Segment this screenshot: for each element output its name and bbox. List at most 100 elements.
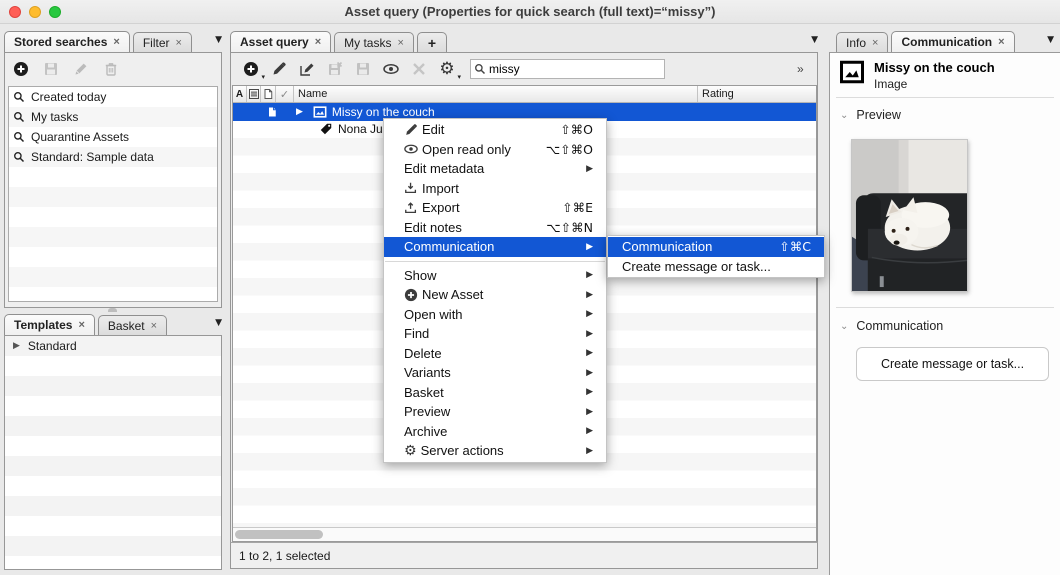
close-icon[interactable]: × xyxy=(176,38,182,48)
column-asset-format[interactable]: A xyxy=(233,86,247,102)
edit-search-button[interactable] xyxy=(70,58,92,80)
save-search-button[interactable] xyxy=(40,58,62,80)
pencil-icon xyxy=(404,123,418,137)
tab-label: Basket xyxy=(108,319,145,333)
list-item[interactable]: Created today xyxy=(9,87,217,107)
actions-gear-button[interactable]: ⚙ ▾ xyxy=(436,58,458,80)
close-icon[interactable]: × xyxy=(872,38,878,48)
add-tab-button[interactable]: + xyxy=(417,32,447,52)
menu-shortcut: ⌥⇧⌘O xyxy=(546,142,593,157)
column-checked-out[interactable]: ✓ xyxy=(276,86,294,102)
column-rating[interactable]: Rating xyxy=(698,86,816,102)
edit-metadata-button[interactable] xyxy=(296,58,318,80)
close-icon[interactable]: × xyxy=(397,38,403,48)
horizontal-scrollbar[interactable] xyxy=(233,527,816,541)
export-icon xyxy=(404,201,418,215)
play-icon[interactable]: ▶ xyxy=(296,107,303,117)
menu-item-variants[interactable]: Variants ▶ xyxy=(384,363,606,383)
column-name[interactable]: Name xyxy=(294,86,698,102)
list-icon xyxy=(248,88,260,100)
asset-preview-photo[interactable] xyxy=(851,139,968,292)
view-button[interactable] xyxy=(380,58,402,80)
splitter-handle[interactable] xyxy=(108,308,117,312)
scrollbar-thumb[interactable] xyxy=(235,530,323,539)
toolbar-overflow-icon[interactable]: » xyxy=(797,62,804,76)
close-icon[interactable]: × xyxy=(151,321,157,331)
submenu-item-communication[interactable]: Communication ⇧⌘C xyxy=(608,237,824,257)
menu-item-import[interactable]: Import xyxy=(384,179,606,199)
menu-item-export[interactable]: Export ⇧⌘E xyxy=(384,198,606,218)
tab-my-tasks[interactable]: My tasks × xyxy=(334,32,414,52)
menu-item-edit-metadata[interactable]: Edit metadata ▶ xyxy=(384,159,606,179)
menu-item-preview[interactable]: Preview ▶ xyxy=(384,402,606,422)
menu-item-archive[interactable]: Archive ▶ xyxy=(384,422,606,442)
menu-item-open-read-only[interactable]: Open read only ⌥⇧⌘O xyxy=(384,140,606,160)
submenu-arrow-icon: ▶ xyxy=(586,446,593,456)
save-version-button[interactable] xyxy=(324,58,346,80)
submenu-arrow-icon: ▶ xyxy=(586,368,593,378)
column-list-view[interactable] xyxy=(247,86,261,102)
tab-label: Info xyxy=(846,36,866,50)
search-item-label: My tasks xyxy=(31,110,78,124)
menu-item-open-with[interactable]: Open with ▶ xyxy=(384,305,606,325)
quick-search-field[interactable] xyxy=(470,59,665,79)
menu-item-edit-notes[interactable]: Edit notes ⌥⇧⌘N xyxy=(384,218,606,238)
save-button[interactable] xyxy=(352,58,374,80)
column-page[interactable] xyxy=(261,86,276,102)
menu-item-new-asset[interactable]: New Asset ▶ xyxy=(384,285,606,305)
chevron-down-icon[interactable]: ▼ xyxy=(811,35,818,49)
tab-communication[interactable]: Communication × xyxy=(891,31,1014,52)
search-input[interactable] xyxy=(489,62,649,76)
template-item-standard[interactable]: ▶ Standard xyxy=(5,336,221,356)
search-icon xyxy=(13,151,25,163)
edit-asset-button[interactable] xyxy=(268,58,290,80)
submenu-arrow-icon: ▶ xyxy=(586,290,593,300)
tab-basket[interactable]: Basket × xyxy=(98,315,167,335)
delete-search-button[interactable] xyxy=(100,58,122,80)
tab-filter[interactable]: Filter × xyxy=(133,32,192,52)
tab-info[interactable]: Info × xyxy=(836,32,888,52)
pencil-icon xyxy=(73,61,89,77)
menu-item-server-actions[interactable]: ⚙ Server actions ▶ xyxy=(384,441,606,461)
new-asset-button[interactable]: ▾ xyxy=(240,58,262,80)
disclosure-triangle-icon[interactable]: ▶ xyxy=(13,341,20,351)
section-communication[interactable]: ⌄ Communication xyxy=(840,319,943,333)
plus-icon: + xyxy=(428,35,436,51)
section-preview[interactable]: ⌄ Preview xyxy=(840,108,901,122)
chevron-down-icon[interactable]: ▼ xyxy=(215,35,222,49)
menu-label: Communication xyxy=(404,239,494,254)
list-item[interactable]: Quarantine Assets xyxy=(9,127,217,147)
menu-item-delete[interactable]: Delete ▶ xyxy=(384,344,606,364)
close-icon[interactable]: × xyxy=(113,37,119,47)
create-message-button[interactable]: Create message or task... xyxy=(856,347,1049,381)
chevron-down-icon[interactable]: ▼ xyxy=(215,318,222,332)
chevron-down-icon[interactable]: ⌄ xyxy=(840,110,848,121)
menu-item-edit[interactable]: Edit ⇧⌘O xyxy=(384,120,606,140)
close-icon[interactable]: × xyxy=(998,37,1004,47)
tab-stored-searches[interactable]: Stored searches × xyxy=(4,31,130,52)
tab-asset-query[interactable]: Asset query × xyxy=(230,31,331,52)
window-title: Asset query (Properties for quick search… xyxy=(0,4,1060,19)
list-item[interactable]: My tasks xyxy=(9,107,217,127)
submenu-item-create-message[interactable]: Create message or task... xyxy=(608,257,824,277)
list-item[interactable]: Standard: Sample data xyxy=(9,147,217,167)
submenu-arrow-icon: ▶ xyxy=(586,407,593,417)
tab-templates[interactable]: Templates × xyxy=(4,314,95,335)
menu-item-show[interactable]: Show ▶ xyxy=(384,266,606,286)
asset-name: Missy on the couch xyxy=(332,105,435,119)
menu-label: New Asset xyxy=(422,287,483,302)
add-search-button[interactable] xyxy=(10,58,32,80)
search-item-label: Created today xyxy=(31,90,106,104)
menu-item-basket[interactable]: Basket ▶ xyxy=(384,383,606,403)
image-icon xyxy=(313,105,327,119)
menu-item-communication[interactable]: Communication ▶ xyxy=(384,237,606,257)
menu-shortcut: ⇧⌘E xyxy=(562,200,593,215)
close-icon[interactable]: × xyxy=(315,37,321,47)
right-tabbar: Info × Communication × ▼ xyxy=(836,31,1054,52)
chevron-down-icon[interactable]: ▼ xyxy=(1047,35,1054,49)
left-lower-tabbar: Templates × Basket × ▼ xyxy=(4,314,222,335)
close-icon[interactable]: × xyxy=(78,320,84,330)
cancel-button[interactable] xyxy=(408,58,430,80)
chevron-down-icon[interactable]: ⌄ xyxy=(840,321,848,332)
menu-item-find[interactable]: Find ▶ xyxy=(384,324,606,344)
